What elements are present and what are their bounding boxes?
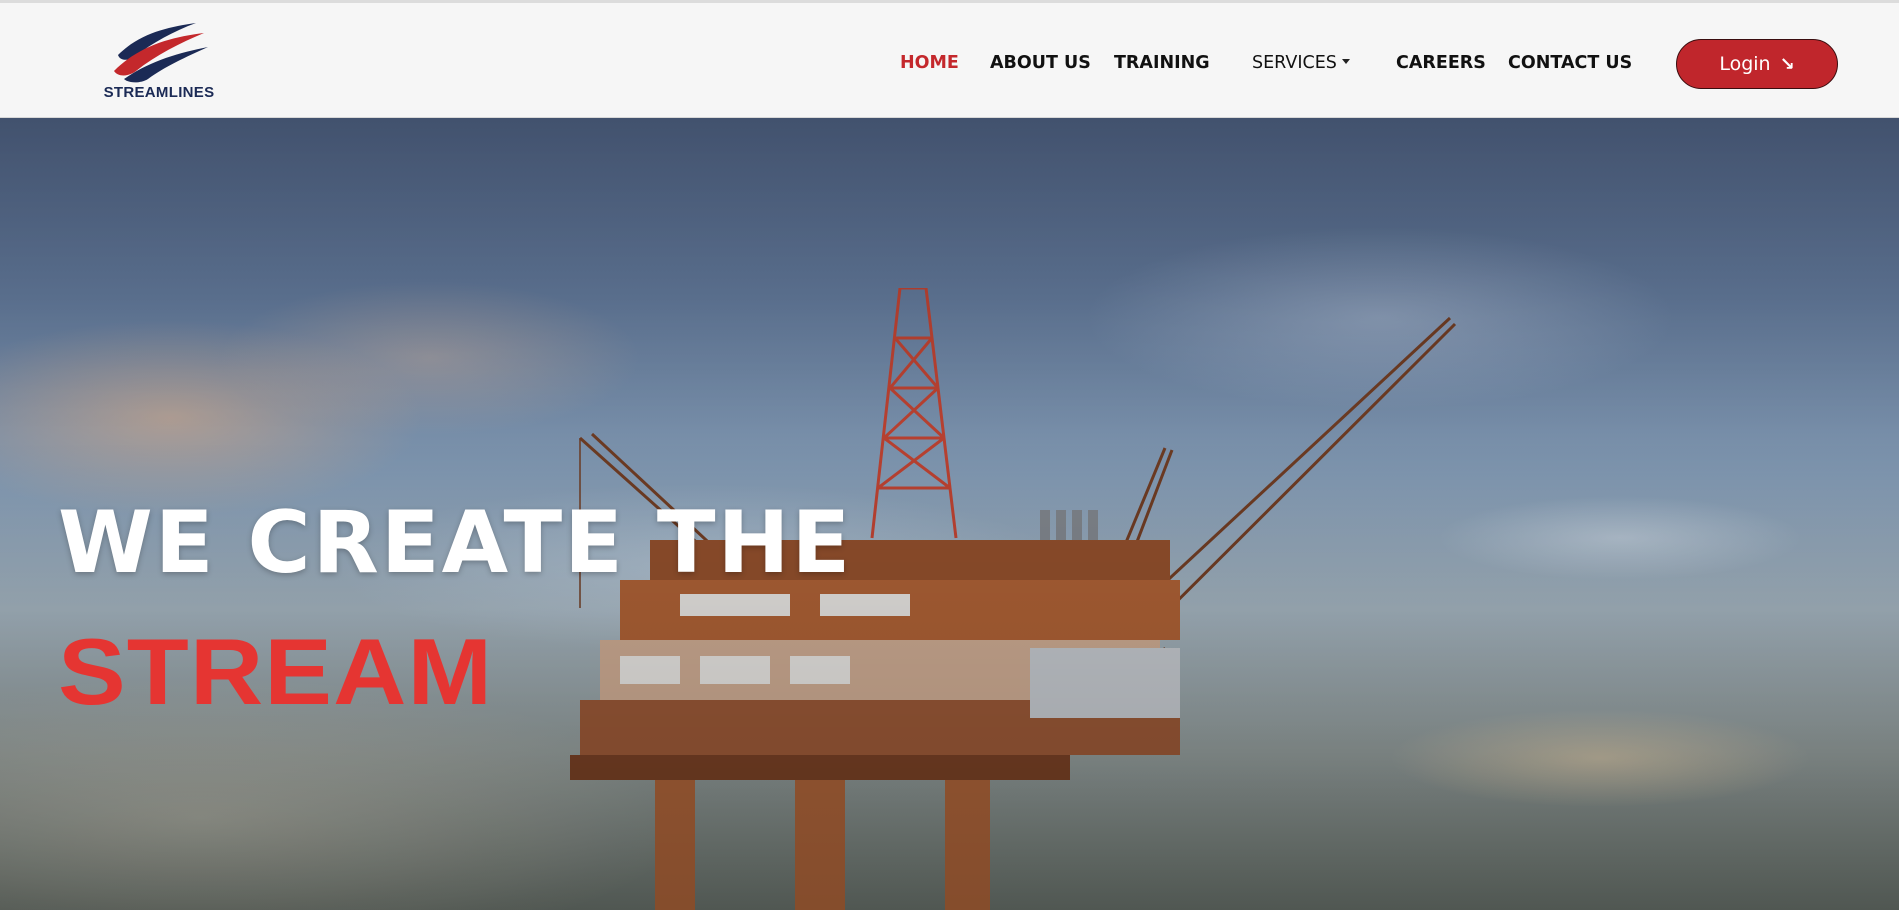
nav-contact-us[interactable]: CONTACT US <box>1508 51 1632 75</box>
nav-services[interactable]: SERVICES <box>1252 51 1350 75</box>
arrow-down-right-icon: ↘ <box>1779 53 1795 75</box>
hero-title: WE CREATE THE <box>58 493 853 593</box>
streamlines-logo-icon <box>114 23 208 83</box>
nav-home[interactable]: HOME <box>900 51 959 75</box>
nav-services-label: SERVICES <box>1252 53 1337 73</box>
nav-careers[interactable]: CAREERS <box>1396 51 1486 75</box>
login-button[interactable]: Login ↘ <box>1676 39 1838 89</box>
caret-down-icon <box>1341 59 1350 64</box>
hero-accent-text: STREAM <box>58 619 494 724</box>
navbar: STREAMLINES HOME ABOUT US TRAINING SERVI… <box>0 3 1899 118</box>
logo-text: STREAMLINES <box>103 84 215 101</box>
nav-about-us[interactable]: ABOUT US <box>990 51 1091 75</box>
login-label: Login <box>1719 53 1771 75</box>
nav-training[interactable]: TRAINING <box>1114 51 1210 75</box>
hero-banner: WE CREATE THE STREAM <box>0 118 1899 910</box>
logo[interactable]: STREAMLINES <box>98 17 220 107</box>
